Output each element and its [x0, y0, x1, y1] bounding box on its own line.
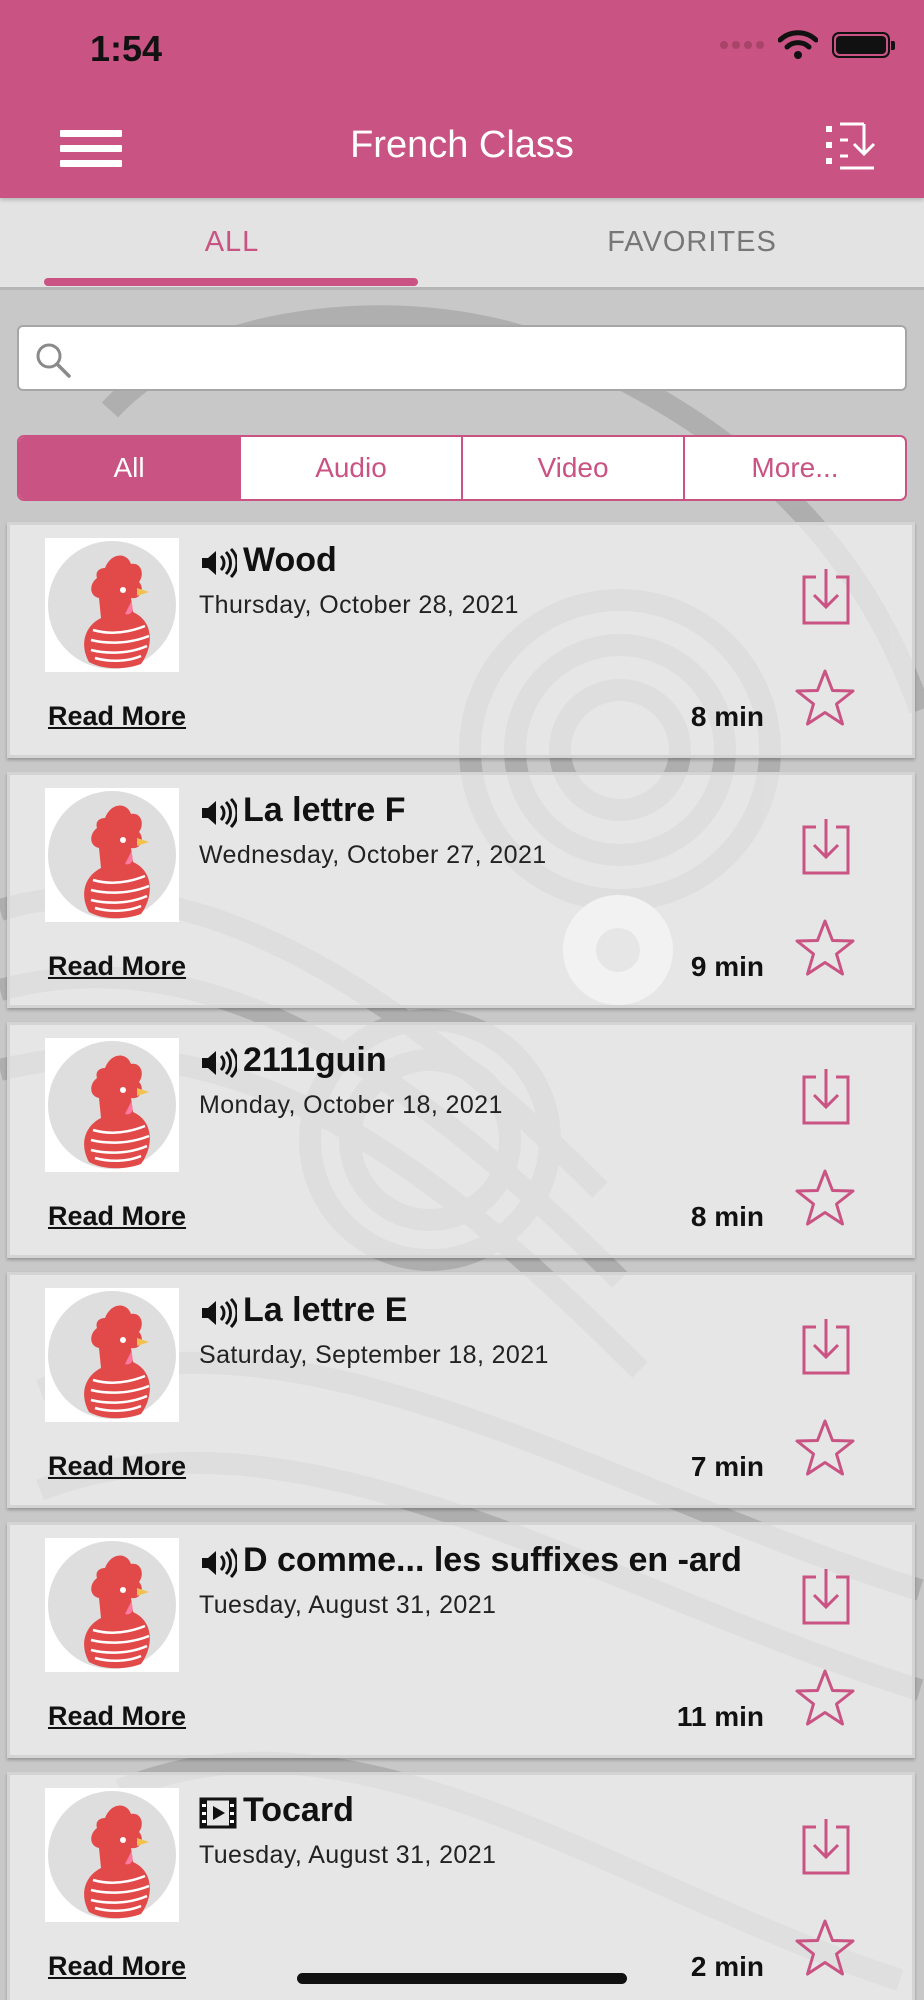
download-list-icon[interactable] — [824, 120, 880, 172]
star-favorite-icon[interactable] — [794, 1668, 856, 1728]
episode-duration: 8 min — [690, 1201, 764, 1232]
download-icon[interactable] — [800, 1317, 852, 1377]
read-more-link[interactable]: Read More — [48, 701, 186, 732]
rooster-logo-icon — [45, 1288, 179, 1422]
filter-more[interactable]: More... — [683, 437, 905, 499]
episode-thumbnail — [45, 788, 179, 922]
film-icon — [199, 1797, 237, 1829]
episode-title: Wood — [243, 541, 337, 579]
download-icon[interactable] — [800, 817, 852, 877]
episode-title: 2111guin — [243, 1041, 387, 1079]
episode-duration: 8 min — [690, 701, 764, 732]
star-favorite-icon[interactable] — [794, 1918, 856, 1978]
episode-card[interactable]: La lettre E Saturday, September 18, 2021… — [7, 1272, 915, 1508]
read-more-link[interactable]: Read More — [48, 1701, 186, 1732]
speaker-icon — [202, 1297, 237, 1329]
episode-date: Tuesday, August 31, 2021 — [199, 1591, 497, 1619]
rooster-logo-icon — [45, 1538, 179, 1672]
rooster-logo-icon — [45, 1038, 179, 1172]
episode-card[interactable]: Tocard Tuesday, August 31, 2021 Read Mor… — [7, 1772, 915, 2000]
episode-duration: 9 min — [690, 951, 764, 982]
speaker-icon — [202, 1047, 237, 1079]
episode-date: Thursday, October 28, 2021 — [199, 591, 519, 619]
episode-thumbnail — [45, 538, 179, 672]
speaker-icon — [202, 547, 237, 579]
episode-list: Wood Thursday, October 28, 2021 Read Mor… — [7, 522, 915, 2000]
app-title: French Class — [350, 124, 574, 166]
speaker-icon — [202, 1547, 237, 1579]
status-icons — [720, 30, 895, 60]
episode-thumbnail — [45, 1538, 179, 1672]
star-favorite-icon[interactable] — [794, 1168, 856, 1228]
episode-card[interactable]: La lettre F Wednesday, October 27, 2021 … — [7, 772, 915, 1008]
episode-card[interactable]: Wood Thursday, October 28, 2021 Read Mor… — [7, 522, 915, 758]
filter-audio[interactable]: Audio — [239, 437, 461, 499]
status-time: 1:54 — [90, 28, 163, 69]
media-filter-segmented-control: All Audio Video More... — [17, 435, 907, 501]
download-icon[interactable] — [800, 1567, 852, 1627]
episode-date: Monday, October 18, 2021 — [199, 1091, 503, 1119]
episode-duration: 7 min — [690, 1451, 764, 1482]
episode-date: Tuesday, August 31, 2021 — [199, 1841, 497, 1869]
rooster-logo-icon — [45, 1788, 179, 1922]
home-indicator — [297, 1973, 627, 1984]
episode-duration: 2 min — [690, 1951, 764, 1982]
episode-duration: 11 min — [676, 1701, 764, 1732]
star-favorite-icon[interactable] — [794, 918, 856, 978]
read-more-link[interactable]: Read More — [48, 1951, 186, 1982]
episode-card[interactable]: D comme... les suffixes en -ard Tuesday,… — [7, 1522, 915, 1758]
read-more-link[interactable]: Read More — [48, 951, 186, 982]
episode-card[interactable]: 2111guin Monday, October 18, 2021 Read M… — [7, 1022, 915, 1258]
episode-title: La lettre F — [243, 791, 406, 829]
episode-title: Tocard — [243, 1791, 354, 1829]
rooster-logo-icon — [45, 788, 179, 922]
app-header: 1:54 French Class — [0, 0, 924, 198]
download-icon[interactable] — [800, 567, 852, 627]
wifi-icon — [778, 30, 818, 59]
episode-title: La lettre E — [243, 1291, 408, 1329]
read-more-link[interactable]: Read More — [48, 1201, 186, 1232]
tab-all[interactable]: ALL — [32, 226, 432, 259]
filter-video[interactable]: Video — [461, 437, 683, 499]
search-icon — [36, 343, 71, 378]
filter-all[interactable]: All — [19, 437, 239, 499]
episode-thumbnail — [45, 1288, 179, 1422]
tab-bar: ALL FAVORITES — [0, 198, 924, 290]
episode-thumbnail — [45, 1038, 179, 1172]
speaker-icon — [202, 797, 237, 829]
episode-date: Wednesday, October 27, 2021 — [199, 841, 547, 869]
episode-thumbnail — [45, 1788, 179, 1922]
search-bar — [17, 325, 907, 391]
download-icon[interactable] — [800, 1067, 852, 1127]
active-tab-indicator — [44, 278, 418, 286]
battery-icon — [832, 32, 895, 58]
tab-favorites[interactable]: FAVORITES — [492, 226, 892, 259]
rooster-logo-icon — [45, 538, 179, 672]
read-more-link[interactable]: Read More — [48, 1451, 186, 1482]
episode-date: Saturday, September 18, 2021 — [199, 1341, 549, 1369]
star-favorite-icon[interactable] — [794, 668, 856, 728]
episode-title: D comme... les suffixes en -ard — [243, 1541, 742, 1579]
cellular-signal-icon — [720, 41, 764, 49]
star-favorite-icon[interactable] — [794, 1418, 856, 1478]
search-input[interactable] — [87, 335, 887, 381]
download-icon[interactable] — [800, 1817, 852, 1877]
